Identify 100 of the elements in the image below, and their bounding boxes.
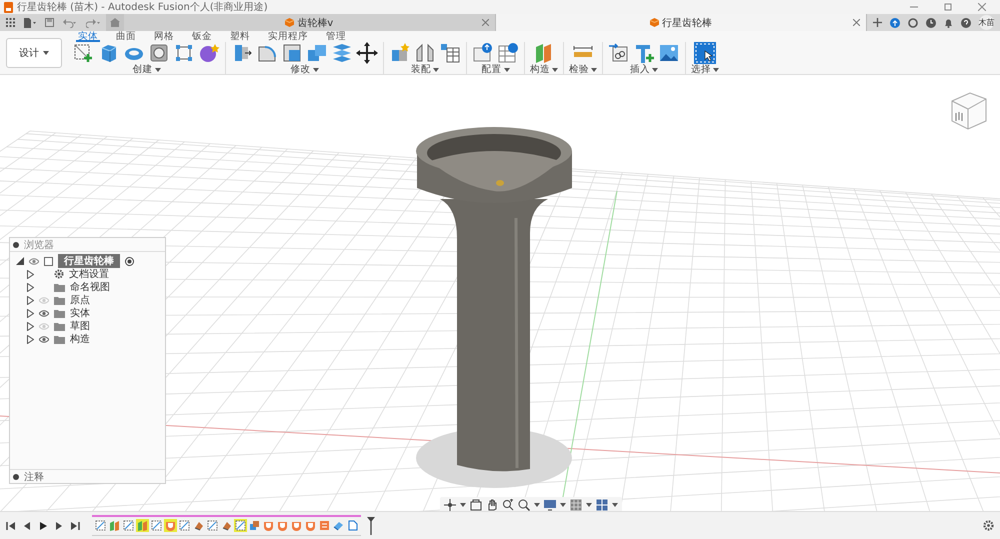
sphere-icon[interactable]	[198, 42, 220, 64]
timeline-marker-icon[interactable]	[367, 516, 375, 534]
grid-settings-icon[interactable]	[570, 499, 582, 511]
derive-icon[interactable]	[608, 42, 630, 64]
combine-icon[interactable]	[306, 42, 328, 64]
config-table-icon[interactable]	[497, 42, 519, 64]
tool-group-menu[interactable]: 选择	[691, 64, 719, 75]
tool-group-menu[interactable]: 配置	[482, 64, 510, 75]
document-tab[interactable]: 齿轮棒v	[124, 14, 496, 31]
close-icon[interactable]	[482, 19, 488, 26]
caret-icon	[460, 503, 466, 507]
orbit-icon[interactable]	[444, 499, 456, 511]
caret-icon	[534, 503, 540, 507]
hole-icon[interactable]	[148, 42, 170, 64]
caret-icon	[433, 68, 439, 72]
viewports-icon[interactable]	[596, 499, 608, 511]
tree-item[interactable]: 原点	[70, 293, 90, 307]
tree-item[interactable]: 草图	[70, 319, 90, 333]
clock-icon[interactable]	[926, 18, 936, 28]
zoom-icon[interactable]	[502, 499, 514, 511]
add-tab-icon[interactable]	[873, 18, 882, 27]
tree-item[interactable]: 命名视图	[70, 280, 110, 294]
restore-icon[interactable]	[944, 3, 952, 11]
window-title: 行星齿轮棒 (苗木) - Autodesk Fusion个人(非商业用途)	[17, 0, 269, 14]
app-grid-icon[interactable]	[6, 18, 15, 27]
save-icon[interactable]	[45, 18, 54, 27]
close-icon[interactable]	[853, 19, 860, 26]
upload-icon[interactable]	[890, 18, 900, 28]
ribbon-tab[interactable]: 管理	[324, 31, 348, 42]
panel-title: 浏览器	[24, 238, 54, 252]
activate-radio-icon[interactable]	[125, 256, 134, 266]
pattern-icon[interactable]	[173, 42, 195, 64]
refresh-icon[interactable]	[908, 18, 918, 28]
shell-icon[interactable]	[281, 42, 303, 64]
tool-group-menu[interactable]: 检验	[569, 64, 597, 75]
gear-icon	[54, 269, 64, 279]
sketch-plus-icon[interactable]	[73, 42, 95, 64]
step-back-icon[interactable]	[22, 520, 32, 530]
tool-group-menu[interactable]: 插入	[630, 64, 658, 75]
tool-group-menu[interactable]: 装配	[411, 64, 439, 75]
caret-icon	[154, 68, 160, 72]
cube-icon	[650, 18, 659, 27]
ribbon-tab[interactable]: 曲面	[114, 31, 138, 42]
workspace-dropdown[interactable]: 设计	[6, 38, 62, 68]
close-icon[interactable]	[978, 3, 986, 11]
settings-icon[interactable]	[983, 520, 994, 531]
zoom-window-icon[interactable]	[518, 499, 530, 511]
folder-icon	[54, 308, 65, 318]
skip-start-icon[interactable]	[6, 520, 16, 530]
bell-icon[interactable]	[944, 18, 953, 28]
document-tab[interactable]: 行星齿轮棒	[496, 14, 867, 31]
joint-icon[interactable]	[414, 42, 436, 64]
caret-icon	[504, 68, 510, 72]
select-cursor-icon[interactable]	[694, 42, 716, 64]
eye-icon[interactable]	[29, 258, 39, 264]
help-icon[interactable]	[961, 18, 971, 28]
caret-icon	[713, 68, 719, 72]
component-icon[interactable]	[389, 42, 411, 64]
folder-icon	[54, 334, 65, 344]
tree-item[interactable]: 构造	[70, 332, 90, 346]
tool-group-menu[interactable]: 构造	[530, 64, 558, 75]
user-avatar[interactable]: 木苗	[979, 15, 994, 30]
play-icon[interactable]	[38, 520, 48, 530]
file-menu-icon[interactable]	[24, 18, 36, 28]
component-icon	[44, 256, 53, 266]
collapse-arrow-icon[interactable]	[16, 257, 24, 265]
config-icon[interactable]	[472, 42, 494, 64]
folder-icon	[54, 322, 65, 330]
ribbon-tab[interactable]: 塑料	[228, 31, 252, 42]
pan-hand-icon[interactable]	[486, 499, 498, 511]
move-arrows-icon[interactable]	[356, 42, 378, 64]
tree-item[interactable]: 实体	[70, 306, 90, 320]
folder-icon	[54, 282, 65, 292]
ribbon-tab[interactable]: 实体	[76, 31, 100, 42]
collapse-dot-icon[interactable]	[13, 242, 19, 248]
ribbon-tab[interactable]: 钣金	[190, 31, 214, 42]
caret-icon	[612, 503, 618, 507]
ribbon-tab[interactable]: 实用程序	[266, 31, 310, 42]
caret-icon	[312, 68, 318, 72]
cube-icon	[285, 18, 294, 27]
ribbon-tab[interactable]: 网格	[152, 31, 176, 42]
caret-icon	[552, 68, 558, 72]
collapse-dot-icon[interactable]	[13, 474, 19, 480]
image-icon[interactable]	[658, 42, 680, 64]
panel-title: 注释	[24, 470, 44, 484]
tree-item[interactable]: 文档设置	[69, 267, 109, 281]
folder-icon	[54, 296, 65, 304]
caret-icon	[43, 50, 49, 54]
eye-icon[interactable]	[39, 336, 49, 342]
eye-icon[interactable]	[39, 310, 49, 316]
look-at-icon[interactable]	[470, 499, 482, 511]
skip-end-icon[interactable]	[70, 520, 80, 530]
caret-icon	[591, 68, 597, 72]
display-settings-icon[interactable]	[544, 499, 556, 511]
tool-group-menu[interactable]: 创建	[132, 64, 160, 75]
caret-icon	[586, 503, 592, 507]
tree-item[interactable]: 行星齿轮棒	[58, 254, 120, 268]
tool-group-menu[interactable]: 修改	[290, 64, 318, 75]
table-icon[interactable]	[439, 42, 461, 64]
step-forward-icon[interactable]	[54, 520, 64, 530]
